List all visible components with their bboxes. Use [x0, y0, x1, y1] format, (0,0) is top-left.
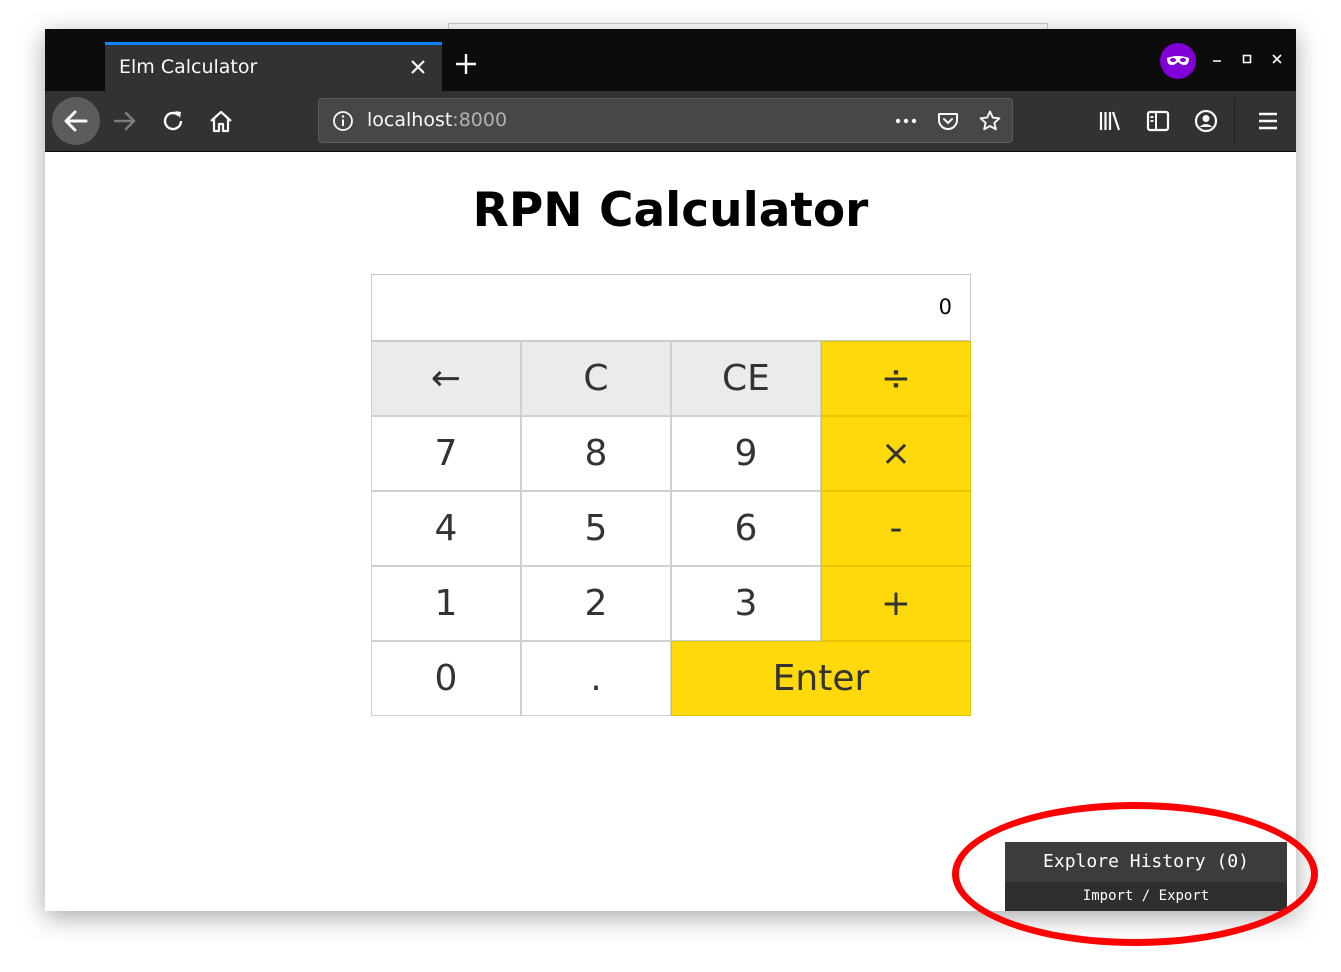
url-host: localhost: [367, 109, 453, 131]
window-close-icon[interactable]: [1269, 51, 1285, 67]
digit-2-button[interactable]: 2: [521, 566, 671, 641]
digit-6-button[interactable]: 6: [671, 491, 821, 566]
pocket-icon[interactable]: [936, 109, 960, 133]
elm-debugger-panel: Explore History (0) Import / Export: [1005, 842, 1287, 911]
digit-1-button[interactable]: 1: [371, 566, 521, 641]
url-port: :8000: [452, 109, 508, 131]
backspace-button[interactable]: ←: [371, 341, 521, 416]
tab-elm-calculator[interactable]: Elm Calculator: [105, 42, 442, 91]
enter-button[interactable]: Enter: [671, 641, 971, 716]
close-icon[interactable]: [408, 57, 428, 77]
new-tab-plus-icon[interactable]: [453, 51, 479, 77]
tab-strip: Elm Calculator: [45, 29, 1296, 91]
divide-button[interactable]: ÷: [821, 341, 971, 416]
back-button[interactable]: [52, 97, 100, 145]
decimal-button[interactable]: .: [521, 641, 671, 716]
back-arrow-icon: [64, 110, 88, 132]
account-icon[interactable]: [1193, 108, 1219, 134]
home-icon[interactable]: [208, 108, 234, 134]
clear-button[interactable]: C: [521, 341, 671, 416]
page-content: RPN Calculator 0 ← C CE ÷ 7 8 9 × 4 5 6 …: [45, 152, 1296, 911]
digit-5-button[interactable]: 5: [521, 491, 671, 566]
calculator: 0 ← C CE ÷ 7 8 9 × 4 5 6 - 1 2 3 + 0 . E…: [371, 274, 971, 716]
reload-icon[interactable]: [160, 108, 186, 134]
digit-4-button[interactable]: 4: [371, 491, 521, 566]
forward-arrow-icon[interactable]: [112, 108, 138, 134]
minimize-icon[interactable]: [1209, 51, 1225, 67]
multiply-button[interactable]: ×: [821, 416, 971, 491]
more-actions-icon[interactable]: [894, 109, 918, 133]
private-browsing-mask-icon: [1160, 43, 1196, 79]
url-bar[interactable]: localhost:8000: [318, 98, 1013, 143]
clear-entry-button[interactable]: CE: [671, 341, 821, 416]
page-title: RPN Calculator: [472, 183, 869, 238]
add-button[interactable]: +: [821, 566, 971, 641]
digit-8-button[interactable]: 8: [521, 416, 671, 491]
tab-title: Elm Calculator: [119, 56, 258, 78]
url-text: localhost:8000: [367, 109, 507, 131]
toolbar-separator: [1234, 97, 1235, 146]
library-icon[interactable]: [1097, 108, 1123, 134]
hamburger-menu-icon[interactable]: [1255, 108, 1281, 134]
explore-history-button[interactable]: Explore History (0): [1005, 842, 1287, 882]
browser-window: Elm Calculator localhost:8000 RPN Calcul…: [45, 29, 1296, 911]
bookmark-star-icon[interactable]: [978, 109, 1002, 133]
digit-0-button[interactable]: 0: [371, 641, 521, 716]
subtract-button[interactable]: -: [821, 491, 971, 566]
digit-3-button[interactable]: 3: [671, 566, 821, 641]
site-info-icon[interactable]: [331, 109, 355, 133]
maximize-icon[interactable]: [1239, 51, 1255, 67]
navigation-toolbar: localhost:8000: [45, 91, 1296, 152]
import-export-button[interactable]: Import / Export: [1005, 882, 1287, 911]
sidebar-icon[interactable]: [1145, 108, 1171, 134]
digit-7-button[interactable]: 7: [371, 416, 521, 491]
digit-9-button[interactable]: 9: [671, 416, 821, 491]
calculator-display: 0: [371, 274, 971, 341]
